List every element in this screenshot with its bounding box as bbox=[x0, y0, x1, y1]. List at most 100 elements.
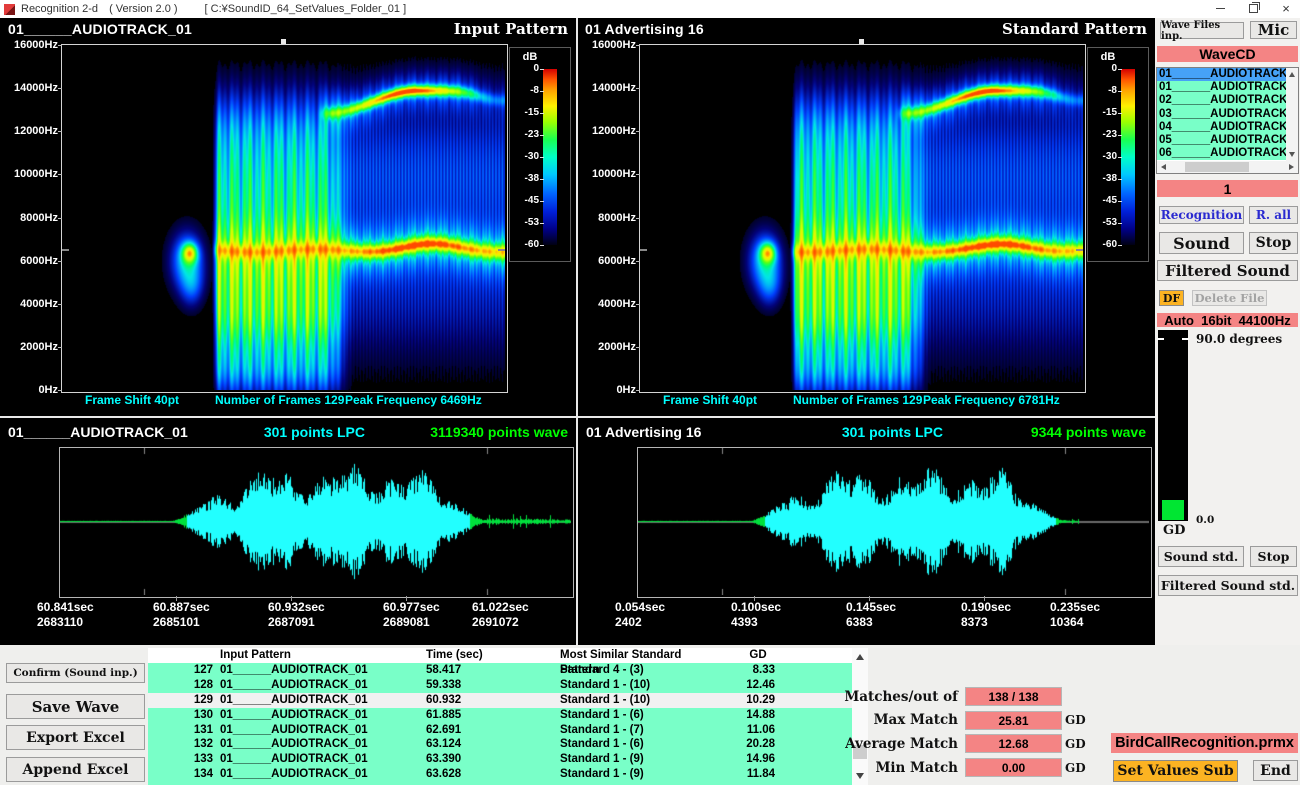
prmx-file-label: BirdCallRecognition.prmx bbox=[1111, 733, 1298, 753]
list-scroll-right-icon[interactable] bbox=[1289, 164, 1294, 170]
restore-icon bbox=[1249, 4, 1258, 13]
save-wave-button[interactable]: Save Wave bbox=[6, 694, 145, 719]
table-cell: Standard 1 - (9) bbox=[560, 767, 723, 782]
sound-std-button[interactable]: Sound std. bbox=[1158, 546, 1244, 567]
wave-files-input-button[interactable]: Wave Files inp. bbox=[1160, 22, 1244, 39]
table-cell: 58.417 bbox=[426, 663, 560, 678]
list-vscrollbar[interactable] bbox=[1286, 68, 1298, 161]
recognition-button[interactable]: Recognition bbox=[1159, 206, 1244, 224]
table-cell: 131 bbox=[148, 723, 220, 738]
standard-time-sec-label: 0.190sec bbox=[961, 600, 1011, 614]
colorbar-tick-label: -15 bbox=[1103, 107, 1117, 118]
wave-file-list-item[interactable]: 06______AUDIOTRACK_ bbox=[1157, 147, 1287, 160]
standard-time-tick bbox=[984, 596, 985, 601]
input-time-sec-label: 60.887sec bbox=[153, 600, 210, 614]
list-scroll-left-icon[interactable] bbox=[1161, 164, 1166, 170]
end-button[interactable]: End bbox=[1253, 760, 1298, 781]
wave-file-list[interactable]: 01______AUDIOTRACK_01______AUDIOTRACK_02… bbox=[1156, 67, 1299, 174]
recognition-all-button[interactable]: R. all bbox=[1249, 206, 1298, 224]
list-hscrollbar[interactable] bbox=[1157, 161, 1298, 173]
filtered-sound-std-button[interactable]: Filtered Sound std. bbox=[1158, 575, 1298, 596]
list-hscroll-thumb[interactable] bbox=[1185, 162, 1249, 172]
table-cell: 63.628 bbox=[426, 767, 560, 782]
table-cell: Standard 1 - (9) bbox=[560, 752, 723, 767]
list-scroll-down-icon[interactable] bbox=[1289, 152, 1295, 157]
table-row[interactable]: 13101______AUDIOTRACK_0162.691Standard 1… bbox=[148, 723, 852, 738]
table-row[interactable]: 13001______AUDIOTRACK_0161.885Standard 1… bbox=[148, 708, 852, 723]
close-button[interactable]: × bbox=[1271, 0, 1300, 17]
colorbar-tick-label: -53 bbox=[525, 217, 539, 228]
table-cell: 128 bbox=[148, 678, 220, 693]
table-cell: 61.885 bbox=[426, 708, 560, 723]
gd-meter-bottom-label: 0.0 bbox=[1196, 514, 1214, 526]
wave-file-list-item[interactable]: 03______AUDIOTRACK_ bbox=[1157, 108, 1287, 121]
file-counter-field: 1 bbox=[1157, 180, 1298, 197]
df-button[interactable]: DF bbox=[1159, 290, 1184, 306]
app-window: Recognition 2-d ( Version 2.0 ) [ C:¥Sou… bbox=[0, 0, 1300, 785]
standard-time-sec-label: 0.054sec bbox=[615, 600, 665, 614]
delete-file-button[interactable]: Delete File bbox=[1192, 290, 1267, 306]
table-cell: Standard 1 - (10) bbox=[560, 678, 723, 693]
standard-freq-tick-label: 6000Hz bbox=[598, 255, 636, 267]
standard-freq-tick-mark bbox=[636, 45, 640, 46]
table-row[interactable]: 12801______AUDIOTRACK_0159.338Standard 1… bbox=[148, 678, 852, 693]
input-time-tick bbox=[406, 596, 407, 601]
restore-button[interactable] bbox=[1238, 0, 1268, 17]
colorbar-tick-label: -23 bbox=[525, 129, 539, 140]
matches-label: Matches/out of bbox=[780, 689, 958, 705]
wave-file-list-item[interactable]: 05______AUDIOTRACK_ bbox=[1157, 134, 1287, 147]
table-scroll-up-icon[interactable] bbox=[856, 654, 864, 660]
table-row[interactable]: 13301______AUDIOTRACK_0163.390Standard 1… bbox=[148, 752, 852, 767]
input-colorbar: dB 0-8-15-23-30-38-45-53-60 bbox=[509, 47, 571, 262]
table-row[interactable]: 13201______AUDIOTRACK_0163.124Standard 1… bbox=[148, 737, 852, 752]
colorbar-tick-mark bbox=[540, 245, 544, 246]
match-table[interactable]: Input Pattern Time (sec) Most Similar St… bbox=[148, 648, 852, 785]
colorbar-tick-mark bbox=[1118, 223, 1122, 224]
input-freq-tick-mark bbox=[58, 131, 62, 132]
set-values-sub-button[interactable]: Set Values Sub bbox=[1113, 760, 1238, 782]
colorbar-tick-label: -8 bbox=[1108, 85, 1117, 96]
input-time-sample-label: 2683110 bbox=[37, 615, 83, 629]
standard-freq-tick-label: 10000Hz bbox=[592, 168, 636, 180]
standard-spectrogram-frame bbox=[639, 44, 1086, 393]
standard-spectrogram-right-dash bbox=[1076, 249, 1083, 251]
confirm-sound-input-button[interactable]: Confirm (Sound inp.) bbox=[6, 663, 145, 683]
table-cell: 01______AUDIOTRACK_01 bbox=[220, 752, 426, 767]
export-excel-button[interactable]: Export Excel bbox=[6, 725, 145, 750]
list-scroll-up-icon[interactable] bbox=[1289, 72, 1295, 77]
table-cell: Standard 1 - (10) bbox=[560, 693, 723, 708]
wave-file-list-item[interactable]: 01______AUDIOTRACK_ bbox=[1157, 68, 1287, 81]
table-cell: 8.33 bbox=[723, 663, 803, 678]
max-match-label: Max Match bbox=[780, 712, 958, 728]
table-row[interactable]: 12901______AUDIOTRACK_0160.932Standard 1… bbox=[148, 693, 852, 708]
horizontal-divider bbox=[0, 416, 1155, 418]
minimize-button[interactable] bbox=[1205, 0, 1235, 17]
wave-file-list-item[interactable]: 04______AUDIOTRACK_ bbox=[1157, 121, 1287, 134]
mic-button[interactable]: Mic bbox=[1250, 21, 1297, 39]
input-freq-tick-label: 6000Hz bbox=[20, 255, 58, 267]
input-freq-tick-mark bbox=[58, 88, 62, 89]
sound-button[interactable]: Sound bbox=[1159, 232, 1244, 254]
input-spectrogram-canvas bbox=[62, 45, 505, 390]
colorbar-tick-mark bbox=[1118, 69, 1122, 70]
colorbar-tick-label: 0 bbox=[1111, 63, 1117, 74]
stop-button[interactable]: Stop bbox=[1249, 232, 1298, 254]
input-freq-tick-mark bbox=[58, 390, 62, 391]
colorbar-tick-mark bbox=[1118, 91, 1122, 92]
stop-std-button[interactable]: Stop bbox=[1250, 546, 1297, 567]
append-excel-button[interactable]: Append Excel bbox=[6, 757, 145, 782]
colorbar-tick-mark bbox=[540, 201, 544, 202]
table-row[interactable]: 12701______AUDIOTRACK_0158.417Standard 4… bbox=[148, 663, 852, 678]
app-icon bbox=[4, 4, 15, 15]
input-time-sec-label: 60.932sec bbox=[268, 600, 325, 614]
input-freq-tick-mark bbox=[58, 218, 62, 219]
input-spectrogram-left-dash bbox=[62, 249, 69, 251]
table-cell: 01______AUDIOTRACK_01 bbox=[220, 678, 426, 693]
table-row[interactable]: 13401______AUDIOTRACK_0163.628Standard 1… bbox=[148, 767, 852, 782]
input-freq-tick-label: 16000Hz bbox=[14, 39, 58, 51]
wave-file-list-item[interactable]: 01______AUDIOTRACK_ bbox=[1157, 81, 1287, 94]
wave-file-list-item[interactable]: 02______AUDIOTRACK_ bbox=[1157, 94, 1287, 107]
standard-freq-tick-mark bbox=[636, 174, 640, 175]
filtered-sound-button[interactable]: Filtered Sound bbox=[1157, 260, 1298, 281]
colorbar-tick-mark bbox=[1118, 179, 1122, 180]
